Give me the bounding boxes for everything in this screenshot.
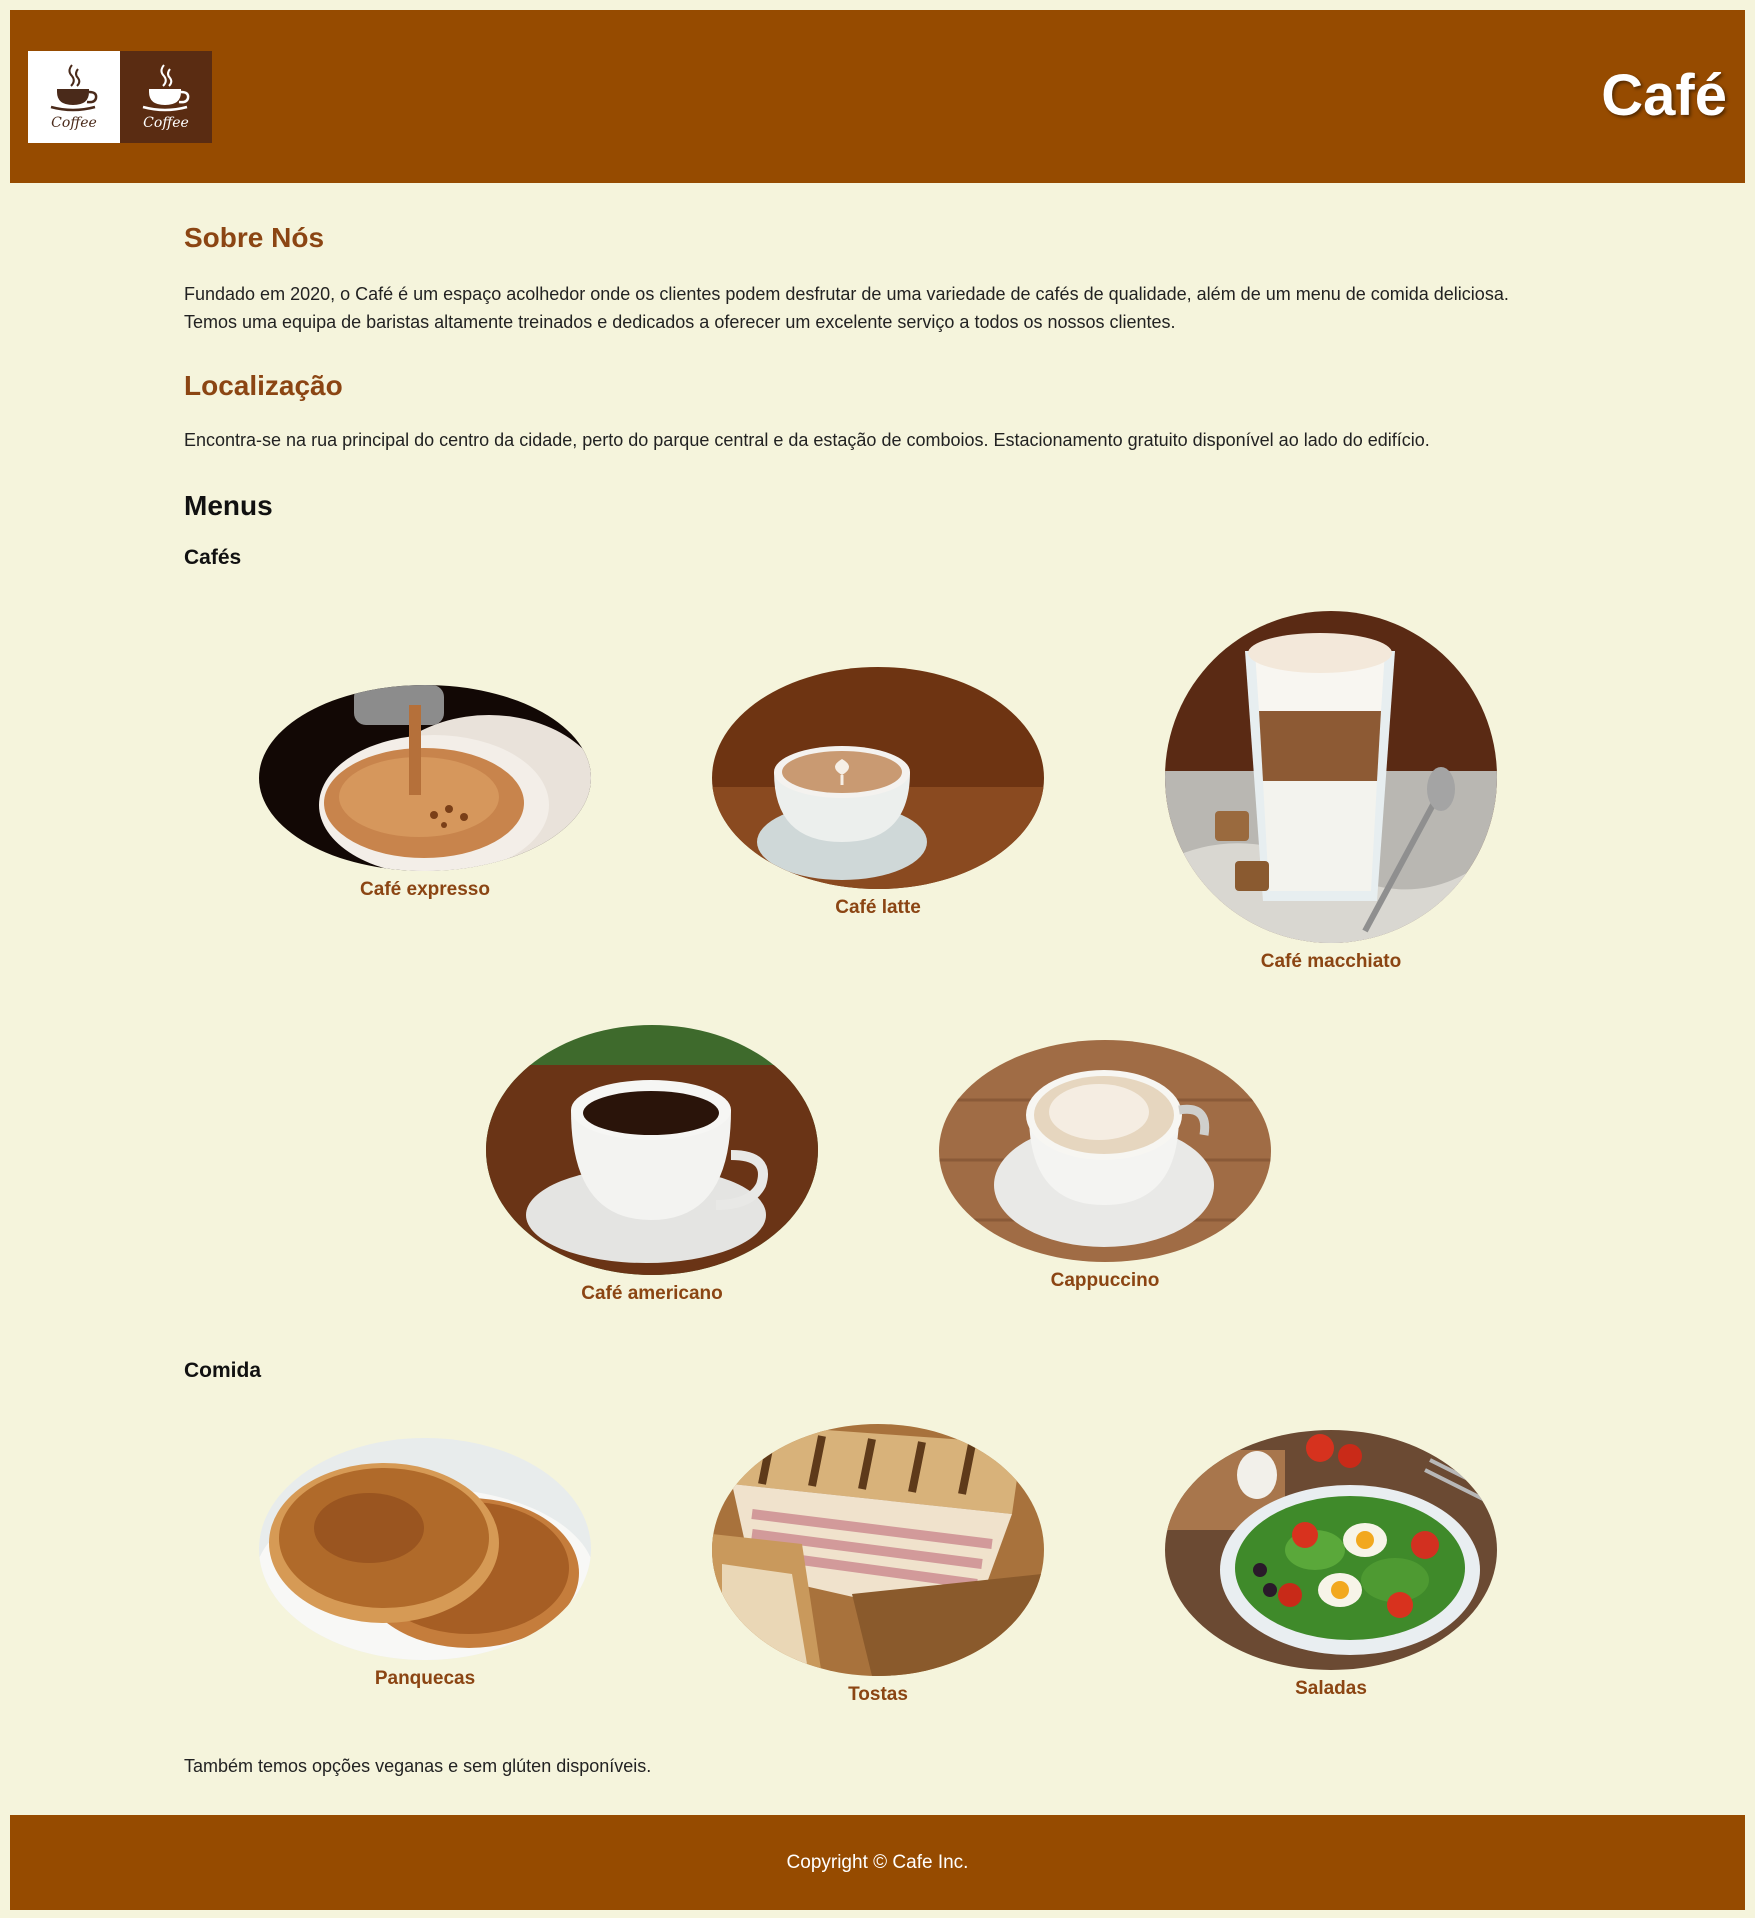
menu-item-label: Saladas [1295,1678,1367,1699]
logo-dark[interactable]: Coffee [120,51,212,143]
menu-item-label: Cappuccino [1050,1270,1160,1291]
menu-item-cafe-americano[interactable]: Café americano [486,1025,818,1305]
menu-item-label: Panquecas [374,1668,476,1689]
menu-item-cafe-expresso[interactable]: Café expresso [259,685,591,901]
menu-item-label: Café expresso [360,879,490,900]
coffee-cup-icon: Coffee [142,64,190,131]
panquecas-image [259,1438,591,1660]
menu-item-saladas[interactable]: Saladas [1165,1430,1497,1700]
cafe-latte-image [712,667,1044,889]
cappuccino-image [939,1040,1271,1262]
coffee-cup-icon: Coffee [50,64,98,131]
svg-text:Coffee: Coffee [143,115,189,131]
saladas-image [1165,1430,1497,1670]
menu-item-panquecas[interactable]: Panquecas [259,1438,591,1690]
menu-item-label: Café americano [581,1283,723,1304]
about-text-line1: Fundado em 2020, o Café é um espaço acol… [184,284,1509,304]
site-header: Coffee Coffee Café [10,10,1745,183]
menu-item-tostas[interactable]: Tostas [712,1424,1044,1706]
copyright-text: Copyright © Cafe Inc. [786,1851,969,1873]
menu-item-label: Café latte [835,897,921,918]
about-heading: Sobre Nós [184,222,325,253]
logo-light[interactable]: Coffee [28,51,120,143]
menu-item-label: Café macchiato [1260,951,1402,972]
coffees-heading: Cafés [184,546,242,569]
cafe-americano-image [486,1025,818,1275]
menu-item-label: Tostas [848,1684,908,1705]
tostas-image [712,1424,1044,1676]
cafe-expresso-image [259,685,591,871]
menu-item-cafe-macchiato[interactable]: Café macchiato [1165,611,1497,973]
food-heading: Comida [184,1359,262,1382]
cafe-macchiato-image [1165,611,1497,943]
menus-heading: Menus [184,490,273,521]
site-footer: Copyright © Cafe Inc. [10,1815,1745,1910]
site-title: Café [1601,63,1727,128]
about-text-line2: Temos uma equipa de baristas altamente t… [184,312,1176,332]
location-heading: Localização [184,370,343,401]
menu-item-cappuccino[interactable]: Cappuccino [939,1040,1271,1292]
dietary-note: Também temos opções veganas e sem glúten… [184,1756,652,1776]
location-text: Encontra-se na rua principal do centro d… [184,430,1430,450]
menu-item-cafe-latte[interactable]: Café latte [712,667,1044,919]
svg-text:Coffee: Coffee [51,115,97,131]
